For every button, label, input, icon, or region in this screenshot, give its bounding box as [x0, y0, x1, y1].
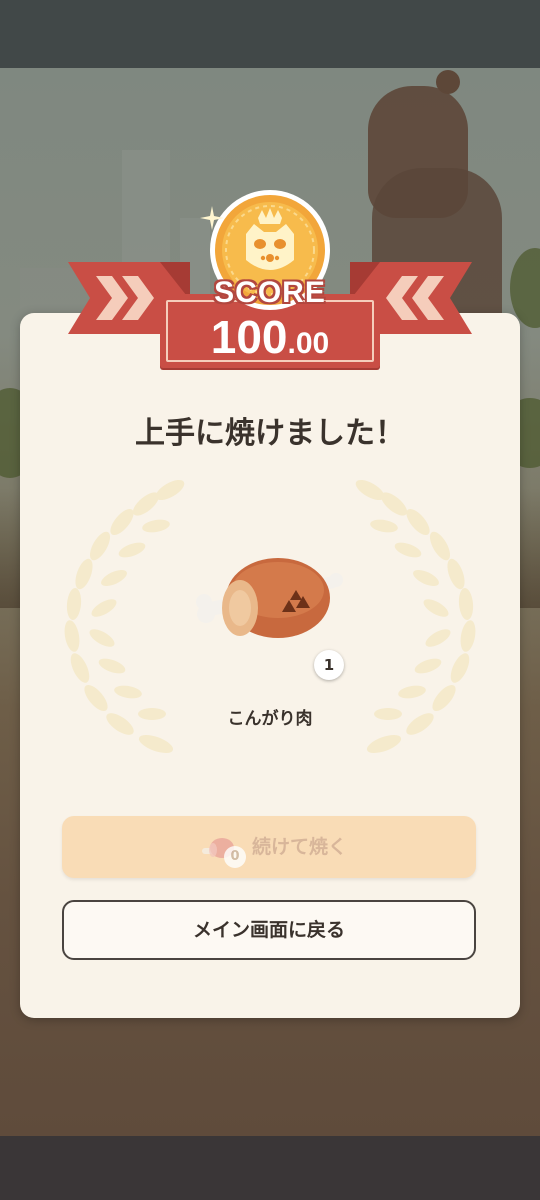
- nav-bar: [0, 1136, 540, 1200]
- item-quantity-badge: 1: [314, 650, 344, 680]
- well-done-meat-icon: [196, 558, 343, 638]
- raw-meat-count: 0: [224, 846, 246, 868]
- sparkle-icon: [200, 206, 224, 230]
- score-value: 100.00: [160, 310, 380, 364]
- status-bar: [0, 0, 540, 68]
- score-integer: 100: [210, 311, 288, 363]
- item-name: こんがり肉: [227, 709, 313, 729]
- continue-grilling-button[interactable]: 0 続けて焼く: [62, 816, 476, 878]
- score-label: SCORE: [214, 276, 326, 309]
- result-message: 上手に焼けました！: [135, 416, 405, 451]
- score-decimal: .00: [287, 327, 330, 360]
- continue-grilling-label: 続けて焼く: [252, 836, 348, 858]
- back-to-main-button[interactable]: メイン画面に戻る: [62, 900, 476, 960]
